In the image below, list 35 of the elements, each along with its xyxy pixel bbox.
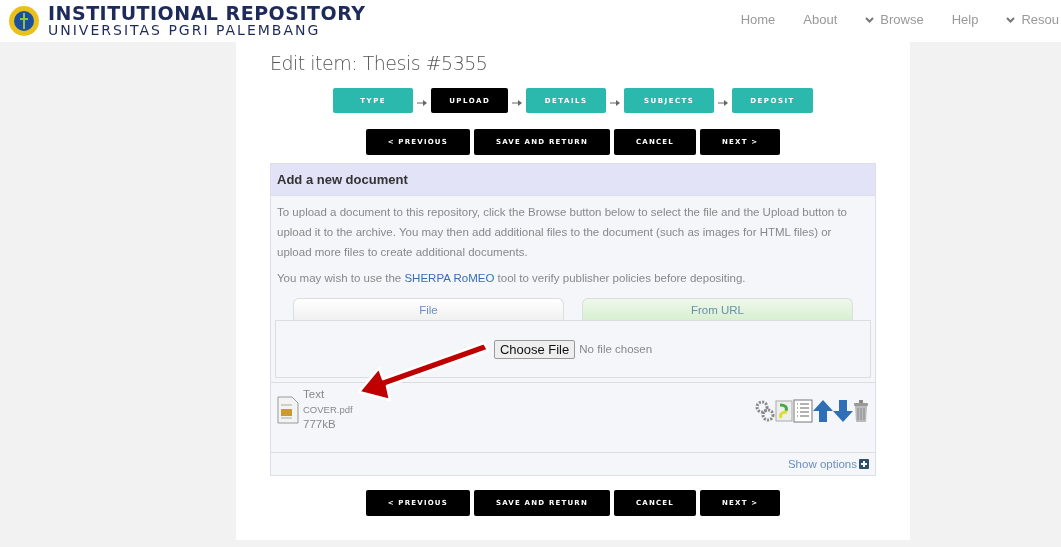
document-size: 777kB bbox=[303, 417, 337, 432]
chevron-down-icon bbox=[865, 16, 875, 23]
arrow-right-icon bbox=[718, 99, 729, 106]
document-thumbnail-icon bbox=[277, 395, 299, 424]
file-status: No file chosen bbox=[579, 343, 653, 355]
sherpa-romeo-link[interactable]: SHERPA RoMEO bbox=[404, 272, 495, 284]
arrow-down-icon bbox=[833, 400, 853, 422]
arrow-right-icon bbox=[512, 99, 523, 106]
page-title: Edit item: Thesis #5355 bbox=[270, 52, 489, 74]
arrow-up-icon bbox=[813, 400, 833, 422]
choose-file-button[interactable]: Choose File bbox=[493, 339, 576, 359]
nav-link[interactable]: Resou bbox=[1006, 12, 1059, 27]
site-subtitle: UNIVERSITAS PGRI PALEMBANG bbox=[48, 22, 322, 39]
nav-link[interactable]: Help bbox=[951, 12, 979, 27]
arrow-right-icon bbox=[417, 99, 428, 106]
nav-link[interactable]: Home bbox=[740, 12, 776, 27]
source-tab[interactable]: From URL bbox=[582, 298, 853, 320]
document-format: Text bbox=[303, 387, 326, 402]
chevron-down-icon bbox=[1006, 16, 1016, 23]
arrow-right-icon bbox=[610, 99, 621, 106]
nav-link[interactable]: About bbox=[803, 12, 838, 27]
plus-icon bbox=[859, 459, 869, 469]
show-options-link[interactable]: Show options bbox=[787, 458, 869, 470]
document-list-icon bbox=[793, 399, 813, 423]
intro-paragraph: To upload a document to this repository, click the Browse button below to select the file and the Upload button to upload it to the archive. You may then add additional files to the document (such as images for HTML files) or upload more files to create additional documents. bbox=[276, 205, 848, 260]
document-filename: COVER.pdf bbox=[303, 403, 353, 417]
source-tab[interactable]: File bbox=[293, 298, 564, 320]
panel-heading: Add a new document bbox=[271, 164, 875, 196]
note-paragraph: You may wish to use the SHERPA RoMEO tool to verify publisher policies before depositing. bbox=[276, 271, 747, 286]
gears-icon bbox=[755, 400, 775, 422]
site-title: INSTITUTIONAL REPOSITORY bbox=[48, 3, 366, 23]
university-seal-icon bbox=[8, 5, 40, 37]
convert-document-icon bbox=[775, 400, 793, 422]
trash-icon bbox=[853, 400, 869, 422]
nav-link[interactable]: Browse bbox=[865, 12, 924, 27]
